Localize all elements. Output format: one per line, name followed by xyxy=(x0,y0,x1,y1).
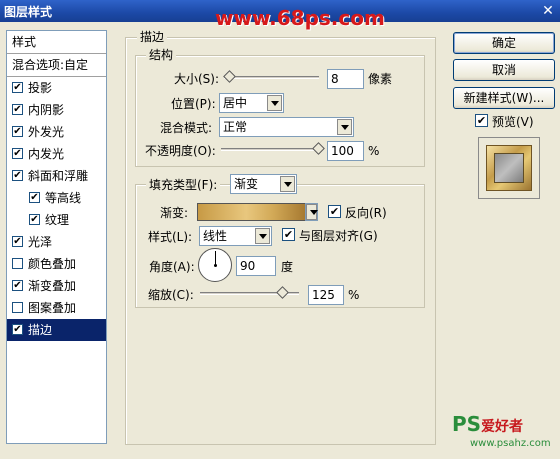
styles-header[interactable]: 样式 xyxy=(7,31,106,53)
style-value: 线性 xyxy=(203,229,228,243)
chevron-down-icon[interactable] xyxy=(267,95,282,111)
style-item-label: 纹理 xyxy=(45,213,70,227)
checkbox[interactable]: ✔ xyxy=(12,236,23,247)
style-item-label: 颜色叠加 xyxy=(28,257,77,271)
style-item-gradient-overlay[interactable]: ✔ 渐变叠加 xyxy=(7,275,106,297)
blend-mode-label: 混合模式: xyxy=(160,121,213,135)
close-icon[interactable]: ✕ xyxy=(540,3,556,19)
align-with-layer-checkbox[interactable]: ✔ xyxy=(282,228,295,241)
blending-options-item[interactable]: 混合选项:自定 xyxy=(7,54,106,76)
preview-label: 预览(V) xyxy=(492,115,534,129)
stroke-group-title: 描边 xyxy=(137,30,168,44)
style-item-label: 外发光 xyxy=(28,125,65,139)
checkbox[interactable]: ✔ xyxy=(12,148,23,159)
layer-style-dialog: 图层样式 ✕ www.68ps.com 样式 混合选项:自定 ✔ 投影 ✔ 内阴… xyxy=(0,0,560,459)
chevron-down-icon[interactable] xyxy=(255,228,270,244)
gradient-picker[interactable] xyxy=(305,203,318,221)
new-style-button[interactable]: 新建样式(W)... xyxy=(453,87,555,109)
watermark-url: www.68ps.com xyxy=(215,6,385,30)
reverse-label: 反向(R) xyxy=(345,206,387,220)
checkbox[interactable]: ✔ xyxy=(12,324,23,335)
chevron-down-icon[interactable] xyxy=(337,119,352,135)
logo-zh: 爱好者 xyxy=(481,419,524,435)
style-select[interactable]: 线性 xyxy=(199,226,272,246)
structure-title: 结构 xyxy=(146,48,177,62)
style-item-label: 光泽 xyxy=(28,235,53,249)
style-item-label: 内阴影 xyxy=(28,103,65,117)
checkbox[interactable]: ✔ xyxy=(12,126,23,137)
style-item-inner-glow[interactable]: ✔ 内发光 xyxy=(7,143,106,165)
chevron-down-icon[interactable] xyxy=(306,204,318,220)
style-preview-swatch xyxy=(478,137,540,199)
blend-mode-select[interactable]: 正常 xyxy=(219,117,354,137)
angle-unit: 度 xyxy=(281,260,294,274)
checkbox[interactable]: ✔ xyxy=(12,280,23,291)
logo-url: www.psahz.com xyxy=(470,438,551,449)
checkbox[interactable]: ✔ xyxy=(12,170,23,181)
style-item-label: 描边 xyxy=(28,323,53,337)
gradient-label: 渐变: xyxy=(160,206,189,220)
preview-gold-frame xyxy=(486,145,532,191)
gradient-preview[interactable] xyxy=(197,203,306,221)
checkbox[interactable]: ✔ xyxy=(12,104,23,115)
checkbox[interactable]: ✔ xyxy=(29,214,40,225)
style-item-label: 图案叠加 xyxy=(28,301,77,315)
angle-input[interactable]: 90 xyxy=(236,256,276,276)
preview-checkbox[interactable]: ✔ xyxy=(475,114,488,127)
size-slider[interactable] xyxy=(224,76,319,79)
style-item-bevel-emboss[interactable]: ✔ 斜面和浮雕 xyxy=(7,165,106,187)
fill-type-label: 填充类型(F): xyxy=(146,178,221,192)
reverse-checkbox[interactable]: ✔ xyxy=(328,205,341,218)
position-value: 居中 xyxy=(223,96,248,110)
position-label: 位置(P): xyxy=(171,97,216,111)
style-item-texture[interactable]: ✔ 纹理 xyxy=(7,209,106,231)
angle-dial[interactable] xyxy=(198,248,232,282)
site-logo: PS爱好者 xyxy=(452,412,523,436)
style-item-label: 斜面和浮雕 xyxy=(28,169,89,183)
style-item-stroke[interactable]: ✔ 描边 xyxy=(7,319,106,341)
style-item-color-overlay[interactable]: 颜色叠加 xyxy=(7,253,106,275)
scale-unit: % xyxy=(348,288,360,302)
style-list: 样式 混合选项:自定 ✔ 投影 ✔ 内阴影 ✔ 外发光 ✔ 内发光 ✔ 斜面和浮… xyxy=(6,30,107,444)
checkbox[interactable] xyxy=(12,258,23,269)
style-item-label: 等高线 xyxy=(45,191,82,205)
align-with-layer-label: 与图层对齐(G) xyxy=(299,229,378,243)
angle-label: 角度(A): xyxy=(149,260,195,274)
ok-button[interactable]: 确定 xyxy=(453,32,555,54)
opacity-input[interactable]: 100 xyxy=(327,141,364,161)
checkbox[interactable] xyxy=(12,302,23,313)
checkbox[interactable]: ✔ xyxy=(29,192,40,203)
chevron-down-icon[interactable] xyxy=(280,176,295,192)
dialog-title: 图层样式 xyxy=(4,5,53,19)
opacity-label: 不透明度(O): xyxy=(145,144,216,158)
style-item-contour[interactable]: ✔ 等高线 xyxy=(7,187,106,209)
style-item-inner-shadow[interactable]: ✔ 内阴影 xyxy=(7,99,106,121)
cancel-button[interactable]: 取消 xyxy=(453,59,555,81)
style-item-drop-shadow[interactable]: ✔ 投影 xyxy=(7,77,106,99)
size-label: 大小(S): xyxy=(174,72,220,86)
style-item-label: 内发光 xyxy=(28,147,65,161)
opacity-slider[interactable] xyxy=(221,148,323,151)
size-unit: 像素 xyxy=(368,72,393,86)
style-item-outer-glow[interactable]: ✔ 外发光 xyxy=(7,121,106,143)
fill-type-select[interactable]: 渐变 xyxy=(230,174,297,194)
style-item-satin[interactable]: ✔ 光泽 xyxy=(7,231,106,253)
logo-ps: PS xyxy=(452,412,482,436)
style-item-label: 投影 xyxy=(28,81,53,95)
position-select[interactable]: 居中 xyxy=(219,93,284,113)
style-item-label: 渐变叠加 xyxy=(28,279,77,293)
scale-label: 缩放(C): xyxy=(148,288,194,302)
fill-type-value: 渐变 xyxy=(234,177,259,191)
opacity-unit: % xyxy=(368,144,380,158)
preview-center xyxy=(494,153,524,183)
angle-center xyxy=(214,264,217,267)
style-item-pattern-overlay[interactable]: 图案叠加 xyxy=(7,297,106,319)
style-label: 样式(L): xyxy=(148,230,193,244)
size-input[interactable]: 8 xyxy=(327,69,364,89)
blend-mode-value: 正常 xyxy=(223,120,248,134)
scale-input[interactable]: 125 xyxy=(308,285,344,305)
checkbox[interactable]: ✔ xyxy=(12,82,23,93)
